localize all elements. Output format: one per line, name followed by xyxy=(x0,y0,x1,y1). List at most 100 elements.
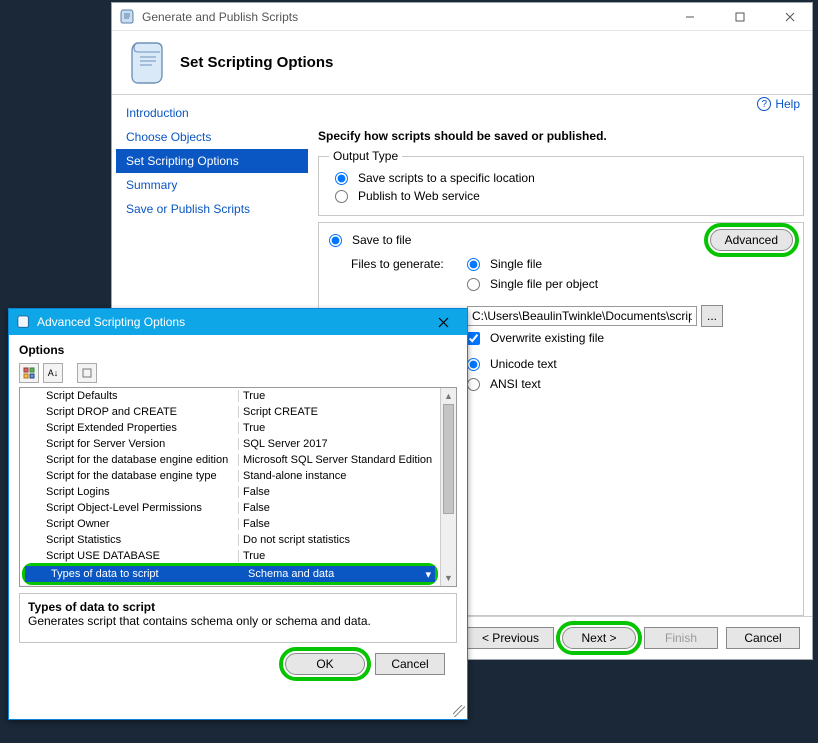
grid-value: False xyxy=(239,486,440,498)
ok-button[interactable]: OK xyxy=(285,653,365,675)
grid-value: Script CREATE xyxy=(239,406,440,418)
radio-save-to-file[interactable] xyxy=(329,234,342,247)
nav-choose-objects[interactable]: Choose Objects xyxy=(116,125,308,149)
previous-button[interactable]: < Previous xyxy=(467,627,554,649)
grid-scrollbar[interactable]: ▲ ▼ xyxy=(440,388,456,586)
dialog-title: Advanced Scripting Options xyxy=(37,315,417,329)
radio-publish-web-label: Publish to Web service xyxy=(358,189,480,203)
grid-value: False xyxy=(239,518,440,530)
dialog-cancel-button[interactable]: Cancel xyxy=(375,653,445,675)
advanced-dialog: Advanced Scripting Options Options A↓ Sc… xyxy=(8,308,468,720)
grid-value: Microsoft SQL Server Standard Edition xyxy=(239,454,440,466)
resize-grip[interactable] xyxy=(453,705,465,717)
radio-save-location-label: Save scripts to a specific location xyxy=(358,171,535,185)
radio-single-file-per-object-label: Single file per object xyxy=(490,277,598,291)
dialog-titlebar: Advanced Scripting Options xyxy=(9,309,467,335)
cancel-button[interactable]: Cancel xyxy=(726,627,800,649)
nav-save-or-publish[interactable]: Save or Publish Scripts xyxy=(116,197,308,221)
script-large-icon xyxy=(128,41,168,85)
wizard-header-title: Set Scripting Options xyxy=(180,54,333,71)
radio-unicode[interactable] xyxy=(467,358,480,371)
property-pages-button[interactable] xyxy=(77,363,97,383)
grid-key: Script Logins xyxy=(44,486,239,498)
radio-single-file[interactable] xyxy=(467,258,480,271)
radio-ansi-label: ANSI text xyxy=(490,377,541,391)
grid-row[interactable]: Script DefaultsTrue xyxy=(20,388,440,404)
output-type-legend: Output Type xyxy=(329,149,402,163)
scroll-thumb[interactable] xyxy=(443,404,454,514)
wizard-title: Generate and Publish Scripts xyxy=(142,10,662,24)
wizard-titlebar: Generate and Publish Scripts xyxy=(112,3,812,31)
dialog-close-button[interactable] xyxy=(423,310,463,334)
instruction-text: Specify how scripts should be saved or p… xyxy=(318,129,804,143)
help-label: Help xyxy=(775,97,800,111)
radio-save-to-file-label: Save to file xyxy=(352,233,411,247)
nav-introduction[interactable]: Introduction xyxy=(116,101,308,125)
script-icon xyxy=(120,9,136,25)
grid-value: True xyxy=(239,390,440,402)
dialog-icon xyxy=(17,315,31,329)
description-body: Generates script that contains schema on… xyxy=(28,614,371,628)
description-panel: Types of data to script Generates script… xyxy=(19,593,457,643)
options-header: Options xyxy=(19,343,457,357)
radio-single-file-label: Single file xyxy=(490,257,542,271)
overwrite-label: Overwrite existing file xyxy=(490,331,604,345)
radio-single-file-per-object[interactable] xyxy=(467,278,480,291)
grid-category-row[interactable]: ▾Table/View Options xyxy=(20,585,440,586)
grid-key: Script DROP and CREATE xyxy=(44,406,239,418)
grid-row[interactable]: Script for Server VersionSQL Server 2017 xyxy=(20,436,440,452)
finish-button[interactable]: Finish xyxy=(644,627,718,649)
grid-row[interactable]: Script StatisticsDo not script statistic… xyxy=(20,532,440,548)
wizard-header: Set Scripting Options xyxy=(112,31,812,95)
description-title: Types of data to script xyxy=(28,600,448,614)
grid-value: True xyxy=(239,422,440,434)
grid-key: Types of data to script xyxy=(49,568,244,580)
grid-row[interactable]: Script USE DATABASETrue xyxy=(20,548,440,564)
scroll-down-icon[interactable]: ▼ xyxy=(441,570,456,586)
grid-key: Script Statistics xyxy=(44,534,239,546)
grid-key: Script Defaults xyxy=(44,390,239,402)
grid-row[interactable]: Script Extended PropertiesTrue xyxy=(20,420,440,436)
radio-unicode-label: Unicode text xyxy=(490,357,557,371)
grid-value: SQL Server 2017 xyxy=(239,438,440,450)
grid-row[interactable]: Script OwnerFalse xyxy=(20,516,440,532)
grid-value: Schema and data xyxy=(244,568,425,580)
nav-summary[interactable]: Summary xyxy=(116,173,308,197)
files-to-generate-label: Files to generate: xyxy=(351,257,461,271)
next-button[interactable]: Next > xyxy=(562,627,636,649)
grid-value: Do not script statistics xyxy=(239,534,440,546)
minimize-button[interactable] xyxy=(668,3,712,31)
overwrite-checkbox[interactable] xyxy=(467,332,480,345)
grid-key: Script for Server Version xyxy=(44,438,239,450)
maximize-button[interactable] xyxy=(718,3,762,31)
property-grid[interactable]: Script DefaultsTrueScript DROP and CREAT… xyxy=(19,387,457,587)
grid-value: True xyxy=(239,550,440,562)
grid-row[interactable]: Script Object-Level PermissionsFalse xyxy=(20,500,440,516)
nav-set-scripting-options[interactable]: Set Scripting Options xyxy=(116,149,308,173)
chevron-down-icon[interactable]: ▾ xyxy=(425,568,435,581)
advanced-button[interactable]: Advanced xyxy=(710,229,793,251)
grid-row[interactable]: Script for the database engine editionMi… xyxy=(20,452,440,468)
radio-ansi[interactable] xyxy=(467,378,480,391)
categorized-view-button[interactable] xyxy=(19,363,39,383)
radio-publish-web[interactable] xyxy=(335,190,348,203)
close-button[interactable] xyxy=(768,3,812,31)
alphabetical-view-button[interactable]: A↓ xyxy=(43,363,63,383)
grid-row[interactable]: Script LoginsFalse xyxy=(20,484,440,500)
grid-value: Stand-alone instance xyxy=(239,470,440,482)
output-type-group: Output Type Save scripts to a specific l… xyxy=(318,149,804,216)
grid-key: Script Extended Properties xyxy=(44,422,239,434)
grid-key: Script USE DATABASE xyxy=(44,550,239,562)
grid-row[interactable]: Types of data to scriptSchema and data ▾ xyxy=(25,566,435,582)
grid-key: Script for the database engine type xyxy=(44,470,239,482)
help-icon: ? xyxy=(757,97,771,111)
grid-value: False xyxy=(239,502,440,514)
grid-row[interactable]: Script DROP and CREATEScript CREATE xyxy=(20,404,440,420)
property-grid-toolbar: A↓ xyxy=(19,363,457,383)
radio-save-location[interactable] xyxy=(335,172,348,185)
file-path-input[interactable] xyxy=(467,306,697,326)
browse-button[interactable]: ... xyxy=(701,305,723,327)
help-link[interactable]: ? Help xyxy=(757,97,800,111)
scroll-up-icon[interactable]: ▲ xyxy=(441,388,456,404)
grid-row[interactable]: Script for the database engine typeStand… xyxy=(20,468,440,484)
